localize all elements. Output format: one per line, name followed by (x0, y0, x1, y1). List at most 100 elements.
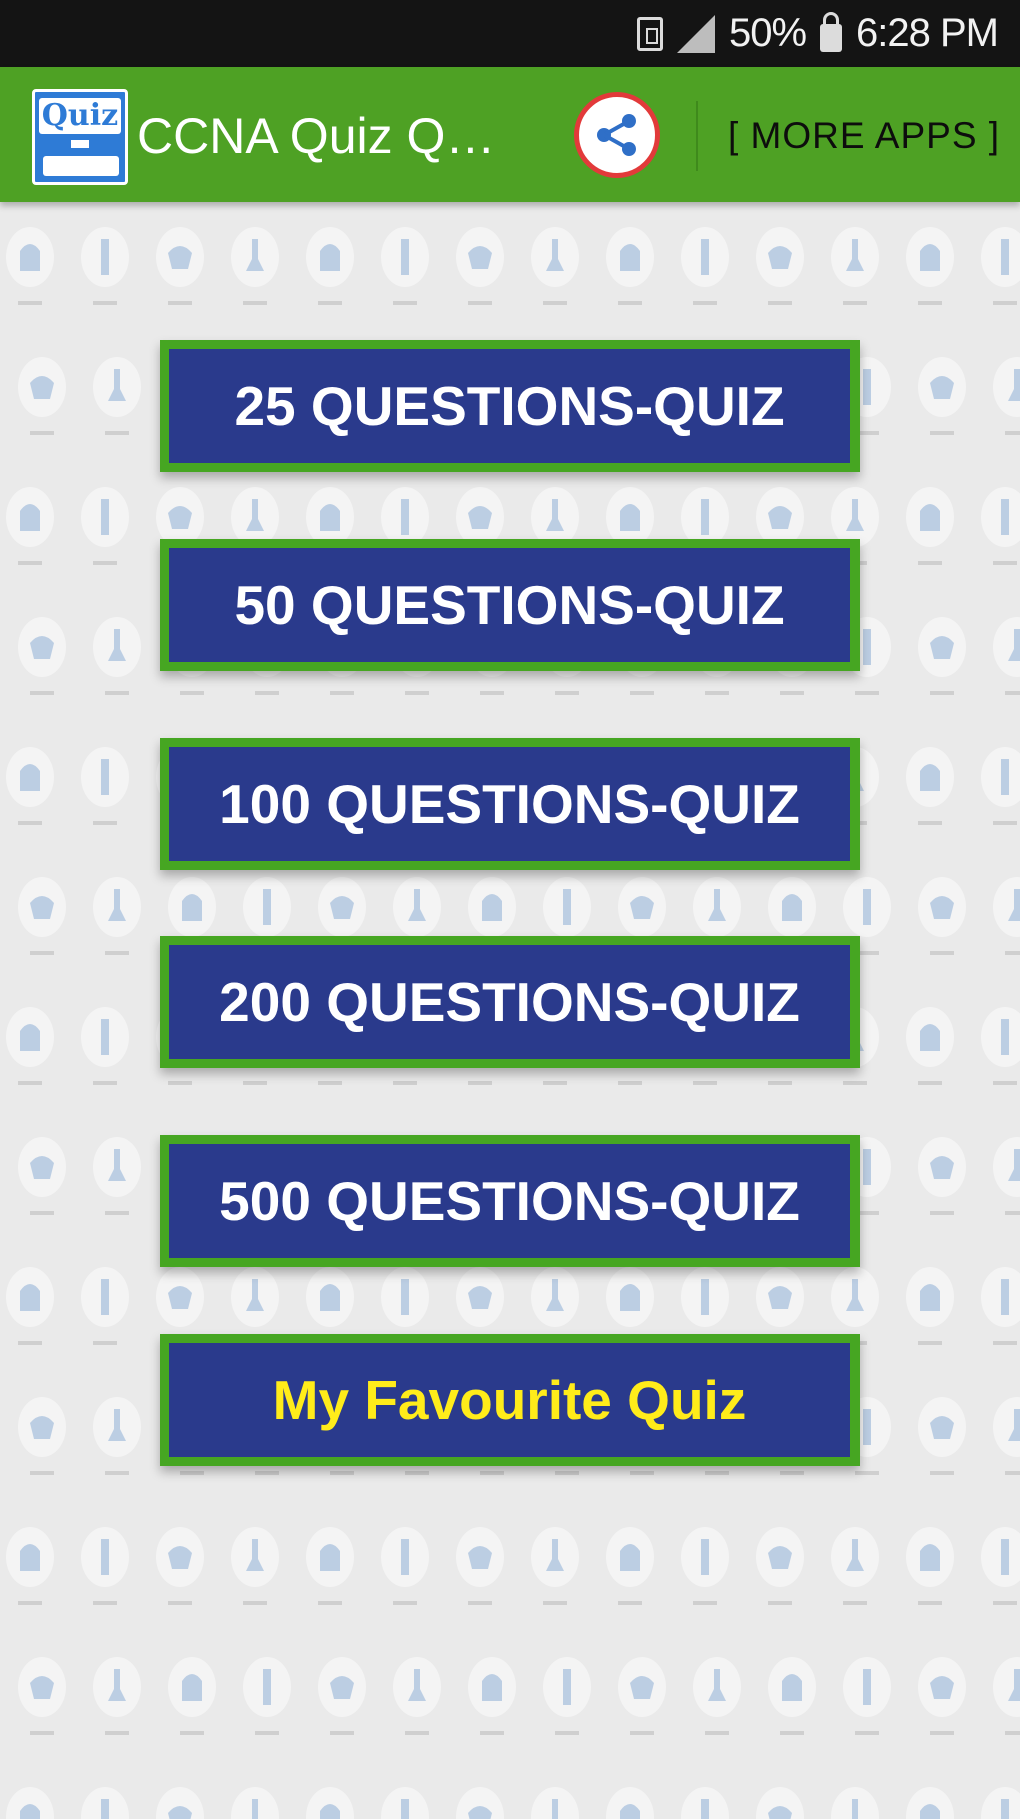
background-icon (231, 227, 279, 305)
logo-text: Quiz (39, 98, 121, 134)
more-apps-button[interactable]: [ MORE APPS ] (728, 115, 1000, 157)
signal-icon (676, 14, 715, 53)
quiz-500-button[interactable]: 500 QUESTIONS-QUIZ (160, 1135, 860, 1267)
background-icon (393, 1657, 441, 1735)
background-icon (906, 1527, 954, 1605)
background-icon (456, 1787, 504, 1819)
background-icon (843, 1657, 891, 1735)
background-icon (381, 1787, 429, 1819)
background-icon (18, 617, 66, 695)
background-icon (681, 1527, 729, 1605)
app-bar: Quiz CCNA Quiz Questions [ MORE APPS ] (0, 67, 1020, 202)
background-icon (906, 747, 954, 825)
background-icon (831, 227, 879, 305)
background-icon (981, 1267, 1020, 1345)
background-icon (831, 1787, 879, 1819)
background-icon (693, 1657, 741, 1735)
background-icon (906, 487, 954, 565)
favourite-quiz-button[interactable]: My Favourite Quiz (160, 1334, 860, 1466)
background-icon (6, 227, 54, 305)
background-icon (993, 1137, 1020, 1215)
background-icon (543, 1657, 591, 1735)
background-icon (93, 1137, 141, 1215)
background-icon (81, 1787, 129, 1819)
lock-icon (820, 11, 843, 52)
background-icon (243, 1657, 291, 1735)
background-icon (831, 1527, 879, 1605)
background-icon (381, 227, 429, 305)
background-icon (156, 227, 204, 305)
background-icon (981, 227, 1020, 305)
background-icon (906, 227, 954, 305)
background-icon (981, 1787, 1020, 1819)
background-icon (18, 357, 66, 435)
battery-level: 50% (728, 11, 807, 55)
background-icon (81, 227, 129, 305)
background-icon (906, 1007, 954, 1085)
app-title: CCNA Quiz Questions (137, 108, 507, 164)
background-icon (993, 617, 1020, 695)
background-icon (6, 1527, 54, 1605)
background-icon (906, 1787, 954, 1819)
background-icon (981, 487, 1020, 565)
background-icon (768, 1657, 816, 1735)
background-icon (918, 617, 966, 695)
background-icon (981, 747, 1020, 825)
background-icon (993, 1657, 1020, 1735)
background-icon (456, 227, 504, 305)
background-icon (918, 357, 966, 435)
background-icon (681, 1787, 729, 1819)
background-icon (81, 747, 129, 825)
background-icon (918, 1137, 966, 1215)
quiz-200-button[interactable]: 200 QUESTIONS-QUIZ (160, 936, 860, 1068)
background-icon (6, 1267, 54, 1345)
background-icon (156, 1787, 204, 1819)
background-icon (468, 1657, 516, 1735)
sim-icon (636, 16, 663, 51)
share-icon (597, 114, 636, 156)
background-icon (993, 877, 1020, 955)
background-icon (531, 1527, 579, 1605)
background-icon (756, 1787, 804, 1819)
background-icon (6, 1787, 54, 1819)
background-icon (906, 1267, 954, 1345)
share-button[interactable] (574, 92, 660, 178)
background-icon (318, 1657, 366, 1735)
background-icon (156, 1527, 204, 1605)
quiz-50-button[interactable]: 50 QUESTIONS-QUIZ (160, 539, 860, 671)
background-icon (18, 877, 66, 955)
status-bar: 50% 6:28 PM (0, 0, 1020, 67)
background-icon (918, 1657, 966, 1735)
background-icon (606, 1787, 654, 1819)
background-icon (231, 1787, 279, 1819)
background-icon (306, 1787, 354, 1819)
background-icon (93, 1397, 141, 1475)
clock: 6:28 PM (856, 11, 999, 55)
background-icon (18, 1657, 66, 1735)
quiz-100-button[interactable]: 100 QUESTIONS-QUIZ (160, 738, 860, 870)
background-icon (93, 357, 141, 435)
background-icon (681, 227, 729, 305)
background-icon (168, 1657, 216, 1735)
background-icon (81, 487, 129, 565)
background-icon (618, 1657, 666, 1735)
background-icon (6, 487, 54, 565)
background-icon (606, 1527, 654, 1605)
background-icon (231, 1527, 279, 1605)
background-icon (756, 1527, 804, 1605)
background-icon (981, 1527, 1020, 1605)
background-icon (456, 1527, 504, 1605)
background-icon (81, 1267, 129, 1345)
background-icon (381, 1527, 429, 1605)
background-icon (6, 1007, 54, 1085)
background-icon (531, 227, 579, 305)
background-icon (18, 1397, 66, 1475)
background-icon (93, 877, 141, 955)
background-icon (918, 877, 966, 955)
quiz-25-button[interactable]: 25 QUESTIONS-QUIZ (160, 340, 860, 472)
app-logo: Quiz (32, 89, 128, 185)
background-icon (18, 1137, 66, 1215)
background-icon (918, 1397, 966, 1475)
background-icon (93, 617, 141, 695)
background-icon (93, 1657, 141, 1735)
